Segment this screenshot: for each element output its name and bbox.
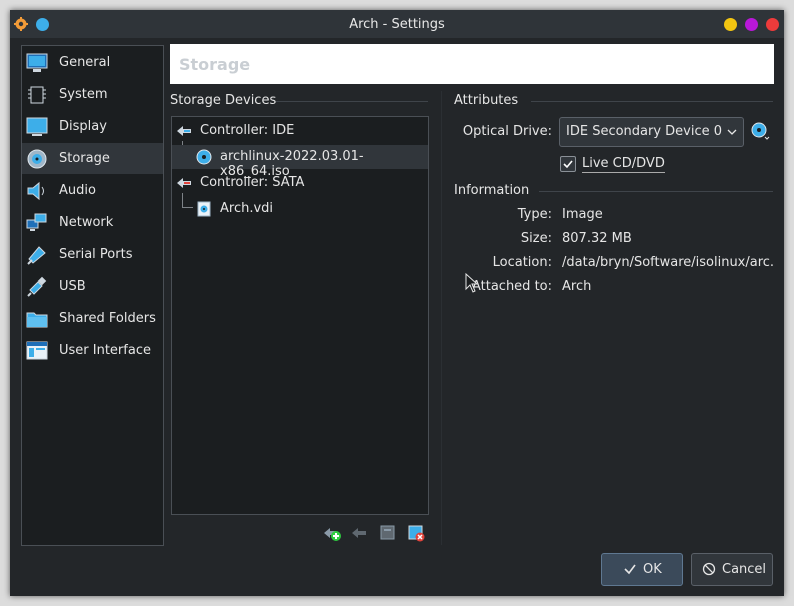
- sidebar-item-display[interactable]: Display: [22, 111, 163, 142]
- serial-ports-icon: [27, 246, 46, 265]
- info-type-value: Image: [562, 207, 603, 222]
- general-icon: [26, 53, 48, 72]
- live-cd-checkbox[interactable]: [560, 156, 576, 172]
- cancel-button[interactable]: Cancel: [691, 553, 773, 586]
- attributes-title: Attributes: [454, 93, 519, 108]
- sidebar-item-usb[interactable]: USB: [22, 271, 163, 302]
- window-title: Arch - Settings: [349, 17, 445, 32]
- info-size-value: 807.32 MB: [562, 231, 632, 246]
- live-cd-label[interactable]: Live CD/DVD: [582, 156, 665, 173]
- usb-icon: [27, 276, 47, 297]
- section-separator: [276, 101, 428, 102]
- optical-drive-select[interactable]: IDE Secondary Device 0: [559, 117, 744, 147]
- choose-disk-icon[interactable]: [751, 122, 771, 142]
- system-icon: [28, 86, 46, 104]
- sidebar-item-label: General: [59, 55, 111, 70]
- tree-item-controller-sata[interactable]: Controller: SATA: [172, 171, 428, 195]
- hard-disk-icon: [197, 201, 211, 217]
- sidebar-item-label: User Interface: [59, 343, 151, 358]
- sidebar-item-label: System: [59, 87, 108, 102]
- page-header: Storage: [170, 44, 774, 84]
- mouse-cursor-icon: [465, 273, 479, 293]
- add-controller-icon[interactable]: [379, 524, 397, 542]
- sidebar-item-audio[interactable]: Audio: [22, 175, 163, 206]
- add-attachment-icon[interactable]: [323, 524, 341, 542]
- title-bar[interactable]: Arch - Settings: [10, 10, 784, 38]
- section-separator: [539, 191, 773, 192]
- info-location-value: /data/bryn/Software/isolinux/arc...: [562, 255, 774, 270]
- section-separator: [531, 101, 773, 102]
- optical-drive-label: Optical Drive:: [462, 124, 552, 139]
- tree-item-label: Arch.vdi: [220, 201, 274, 216]
- info-attached-value: Arch: [562, 279, 592, 294]
- display-icon: [26, 117, 48, 136]
- audio-icon: [27, 181, 44, 201]
- check-icon: [624, 564, 636, 575]
- storage-tree[interactable]: Controller: IDE archlinux-2022.03.01-x86…: [171, 116, 429, 515]
- settings-window: Arch - Settings General System Display S…: [10, 10, 784, 596]
- network-icon: [26, 213, 47, 231]
- optical-drive-value: IDE Secondary Device 0: [566, 124, 723, 139]
- panel-divider: [441, 91, 442, 545]
- close-button[interactable]: [766, 18, 779, 31]
- tree-item-optical-disc[interactable]: archlinux-2022.03.01-x86_64.iso: [172, 145, 428, 179]
- info-size-label: Size:: [520, 231, 552, 246]
- storage-icon: [27, 149, 47, 169]
- sidebar-item-label: Network: [59, 215, 114, 230]
- tree-item-controller-ide[interactable]: Controller: IDE: [172, 119, 428, 143]
- minimize-button[interactable]: [724, 18, 737, 31]
- checkmark-icon: [563, 160, 573, 169]
- sidebar-item-network[interactable]: Network: [22, 207, 163, 238]
- cancel-label: Cancel: [722, 562, 767, 577]
- remove-controller-icon[interactable]: [407, 524, 425, 542]
- info-type-label: Type:: [517, 207, 552, 222]
- ok-label: OK: [643, 562, 662, 577]
- shared-folders-icon: [26, 312, 48, 328]
- ok-button[interactable]: OK: [601, 553, 683, 586]
- information-title: Information: [454, 183, 530, 198]
- sidebar-item-shared-folders[interactable]: Shared Folders: [22, 303, 163, 334]
- sidebar-item-label: USB: [59, 279, 86, 294]
- sidebar-item-label: Shared Folders: [59, 311, 156, 326]
- sidebar-item-system[interactable]: System: [22, 79, 163, 110]
- maximize-button[interactable]: [745, 18, 758, 31]
- sidebar-item-user-interface[interactable]: User Interface: [22, 335, 163, 366]
- storage-devices-title: Storage Devices: [170, 93, 277, 108]
- page-title: Storage: [179, 55, 251, 74]
- sidebar-item-storage[interactable]: Storage: [22, 143, 163, 174]
- tree-item-label: Controller: IDE: [200, 123, 295, 138]
- tree-item-label: Controller: SATA: [200, 175, 305, 190]
- controller-ide-icon: [177, 126, 191, 136]
- optical-disc-icon: [196, 149, 212, 165]
- sidebar-item-label: Audio: [59, 183, 96, 198]
- sidebar-item-general[interactable]: General: [22, 47, 163, 78]
- controller-sata-icon: [177, 178, 191, 188]
- info-location-label: Location:: [492, 255, 552, 270]
- remove-attachment-icon[interactable]: [351, 524, 369, 542]
- user-interface-icon: [26, 341, 48, 360]
- sidebar-item-serial-ports[interactable]: Serial Ports: [22, 239, 163, 270]
- tree-item-hard-disk[interactable]: Arch.vdi: [172, 197, 428, 221]
- sidebar-item-label: Storage: [59, 151, 110, 166]
- chevron-down-icon: [727, 129, 737, 135]
- sidebar-item-label: Display: [59, 119, 107, 134]
- settings-sidebar: General System Display Storage Audio Net…: [21, 45, 164, 546]
- cancel-icon: [702, 562, 716, 576]
- sidebar-item-label: Serial Ports: [59, 247, 133, 262]
